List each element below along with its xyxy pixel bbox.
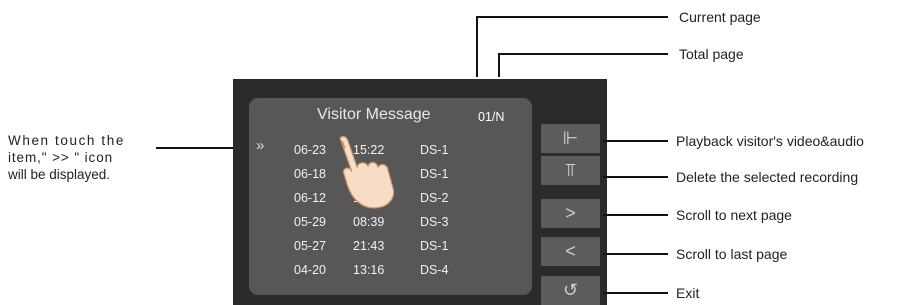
- record-station: DS-4: [420, 263, 449, 277]
- callout-playback: Playback visitor's video&audio: [676, 133, 864, 149]
- left-note-line: item," >> " icon: [8, 150, 114, 165]
- next-page-leader: [603, 214, 668, 216]
- delete-button[interactable]: ⫪: [541, 156, 600, 185]
- last-page-icon: <: [565, 241, 576, 261]
- page-indicator: 01/N: [478, 110, 505, 124]
- record-time: 13:16: [353, 263, 385, 277]
- callout-delete: Delete the selected recording: [676, 169, 859, 185]
- last-page-leader: [603, 253, 668, 255]
- record-row[interactable]: 05-27 21:43 DS-1: [294, 234, 460, 258]
- current-page-leader-vertical: [476, 16, 478, 77]
- touch-hand-icon: [339, 135, 395, 209]
- current-page-leader-horizontal: [476, 16, 668, 18]
- total-page-leader-horizontal: [498, 53, 668, 55]
- next-page-icon: >: [565, 203, 576, 223]
- left-note-line: will be displayed.: [8, 167, 111, 182]
- exit-button[interactable]: ↺: [541, 276, 600, 305]
- exit-icon: ↺: [562, 280, 579, 300]
- last-page-button[interactable]: <: [541, 237, 600, 266]
- callout-current-page: Current page: [679, 9, 761, 25]
- callout-exit: Exit: [676, 285, 700, 301]
- callout-total-page: Total page: [679, 46, 744, 62]
- record-date: 05-29: [294, 215, 326, 229]
- record-time: 21:43: [353, 239, 385, 253]
- record-time: 08:39: [353, 215, 385, 229]
- record-station: DS-2: [420, 191, 449, 205]
- record-station: DS-1: [420, 239, 449, 253]
- left-note-line: When touch the: [8, 133, 125, 148]
- exit-leader: [603, 292, 668, 294]
- left-note-leader: [156, 147, 233, 149]
- record-row[interactable]: 05-29 08:39 DS-3: [294, 210, 460, 234]
- record-date: 05-27: [294, 239, 326, 253]
- screen-title: Visitor Message: [317, 106, 431, 123]
- callout-next-page: Scroll to next page: [676, 207, 792, 223]
- record-station: DS-3: [420, 215, 449, 229]
- playback-leader: [603, 140, 668, 142]
- delete-icon: ⫪: [565, 160, 576, 180]
- total-page-leader-vertical: [498, 53, 500, 77]
- next-page-button[interactable]: >: [541, 199, 600, 228]
- record-date: 04-20: [294, 263, 326, 277]
- callout-last-page: Scroll to last page: [676, 246, 788, 262]
- record-station: DS-1: [420, 167, 449, 181]
- selected-chevron-icon: »: [256, 137, 265, 154]
- record-station: DS-1: [420, 143, 449, 157]
- record-row[interactable]: 04-20 13:16 DS-4: [294, 258, 460, 282]
- playback-button[interactable]: ⊩: [541, 124, 600, 153]
- left-note: When touch the item," >> " icon will be …: [8, 132, 125, 183]
- playback-icon: ⊩: [562, 128, 579, 148]
- delete-leader: [603, 176, 668, 178]
